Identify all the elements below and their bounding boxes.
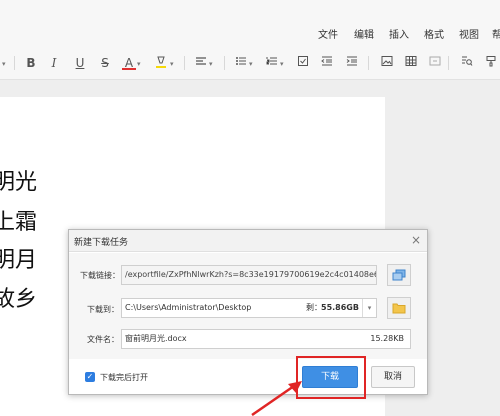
filename-field[interactable]: 窗前明月光.docx 15.28KB: [121, 329, 411, 349]
format-painter-icon: [486, 56, 496, 67]
strikethrough-button[interactable]: S: [98, 55, 112, 71]
insert-link-button[interactable]: [428, 55, 442, 71]
bullet-list-icon: [236, 57, 246, 65]
poem-line: 上霜: [0, 210, 38, 235]
align-caret-icon[interactable]: ▾: [209, 56, 213, 72]
file-size: 15.28KB: [370, 334, 404, 343]
menu-edit[interactable]: 编辑: [354, 26, 374, 41]
open-after-download-checkbox[interactable]: ✓: [85, 372, 95, 382]
save-path-value: C:\Users\Administrator\Desktop: [125, 303, 252, 312]
toolbar-divider: [14, 56, 15, 70]
align-button[interactable]: [194, 55, 208, 71]
indent-icon: [346, 56, 357, 66]
download-url-field[interactable]: /exportfile/ZxPfhNlwrKzh?s=8c33e19179700…: [121, 265, 377, 285]
table-icon: [405, 56, 417, 66]
browse-folder-button[interactable]: [387, 297, 411, 319]
free-space-label: 剩：: [306, 303, 322, 312]
filename-value: 窗前明月光.docx: [125, 334, 187, 343]
align-left-icon: [196, 57, 206, 65]
toolbar-divider: [368, 56, 369, 70]
poem-line: 明月: [0, 248, 38, 273]
image-icon: [381, 56, 393, 66]
menu-file[interactable]: 文件: [318, 26, 338, 41]
menu-help[interactable]: 帮: [492, 26, 500, 41]
folder-icon: [392, 303, 406, 314]
menu-view[interactable]: 视图: [459, 26, 479, 41]
path-dropdown-icon[interactable]: ▾: [362, 299, 376, 317]
copy-link-icon: [392, 269, 406, 281]
find-button[interactable]: [460, 55, 474, 71]
save-path-label: 下载到：: [87, 305, 119, 314]
cancel-button[interactable]: 取消: [371, 366, 415, 388]
poem-line: 故乡: [0, 287, 38, 312]
insert-table-button[interactable]: [404, 55, 418, 71]
highlight-caret-icon[interactable]: ▾: [170, 56, 174, 72]
indent-increase-button[interactable]: [345, 55, 359, 71]
numbered-list-icon: [266, 57, 277, 65]
dropdown-caret-icon[interactable]: ▾: [2, 56, 6, 72]
poem-line: 明光: [0, 170, 38, 195]
toolbar-divider: [224, 56, 225, 70]
download-dialog: 新建下载任务 × 下载链接： /exportfile/ZxPfhNlwrKzh?…: [68, 229, 428, 395]
numbered-caret-icon[interactable]: ▾: [280, 56, 284, 72]
format-painter-button[interactable]: [484, 55, 498, 71]
find-replace-icon: [462, 56, 473, 66]
formatting-toolbar: ▾ B I U S A ▾ ▾ ▾ ▾ ▾: [0, 46, 500, 80]
dialog-title: 新建下载任务: [74, 238, 129, 248]
highlight-button[interactable]: [154, 55, 168, 71]
free-space-value: 55.86GB: [321, 303, 359, 312]
checklist-button[interactable]: [296, 55, 310, 71]
numbered-list-button[interactable]: [265, 55, 279, 71]
dialog-title-bar: 新建下载任务 ×: [69, 230, 427, 252]
copy-url-button[interactable]: [387, 264, 411, 286]
filename-label: 文件名：: [87, 335, 119, 344]
arrow-annotation-icon: [251, 381, 302, 416]
font-color-button[interactable]: A: [122, 55, 136, 70]
highlighter-icon: [156, 56, 166, 68]
toolbar-divider: [184, 56, 185, 70]
italic-button[interactable]: I: [47, 55, 61, 71]
bullet-list-button[interactable]: [234, 55, 248, 71]
bold-button[interactable]: B: [24, 55, 38, 71]
close-icon[interactable]: ×: [411, 233, 421, 247]
insert-image-button[interactable]: [380, 55, 394, 71]
underline-button[interactable]: U: [73, 55, 87, 71]
menu-insert[interactable]: 插入: [389, 26, 409, 41]
link-icon: [429, 56, 441, 66]
font-color-caret-icon[interactable]: ▾: [137, 56, 141, 72]
indent-decrease-button[interactable]: [320, 55, 334, 71]
menu-format[interactable]: 格式: [424, 26, 444, 41]
dialog-footer: ✓ 下载完后打开 下载 取消: [69, 359, 427, 394]
menu-bar: 文件 编辑 插入 格式 视图 帮: [0, 0, 500, 46]
open-after-download-label: 下载完后打开: [100, 373, 148, 382]
dialog-body: 下载链接： /exportfile/ZxPfhNlwrKzh?s=8c33e19…: [69, 253, 427, 359]
save-path-field[interactable]: C:\Users\Administrator\Desktop 剩： 55.86G…: [121, 298, 377, 318]
bullet-caret-icon[interactable]: ▾: [249, 56, 253, 72]
checklist-icon: [298, 56, 308, 66]
toolbar-divider: [448, 56, 449, 70]
url-label: 下载链接：: [80, 271, 120, 280]
outdent-icon: [321, 56, 332, 66]
